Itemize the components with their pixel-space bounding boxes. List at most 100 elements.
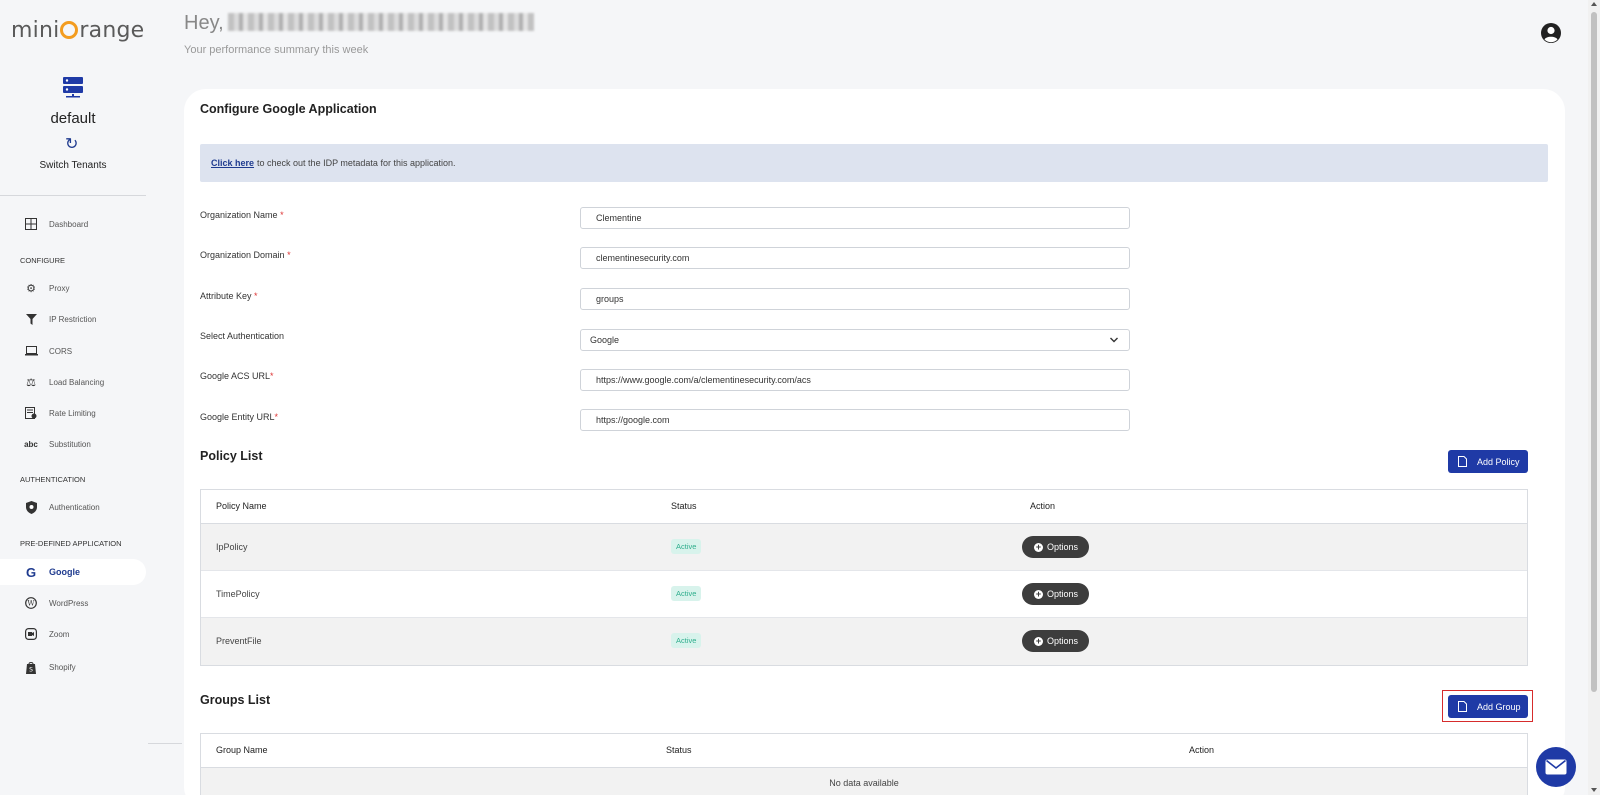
tenant-name: default — [50, 110, 96, 127]
svg-text:W: W — [27, 600, 35, 608]
add-policy-button[interactable]: Add Policy — [1448, 450, 1528, 473]
sidebar-item-label: Load Balancing — [49, 377, 105, 387]
sidebar-item-label: Authentication — [49, 502, 100, 512]
sidebar-footer-divider — [148, 743, 182, 744]
switch-tenants-link[interactable]: Switch Tenants — [0, 160, 146, 171]
plus-circle-icon: + — [1034, 588, 1043, 599]
empty-state: No data available — [829, 778, 899, 788]
table-header: Group Name Status Action — [201, 734, 1527, 768]
sidebar-item-wordpress[interactable]: W WordPress — [0, 590, 146, 616]
page-scrollbar[interactable] — [1588, 0, 1600, 795]
google-icon: G — [25, 564, 37, 580]
sidebar: mini range default ↻ Switch Tenants Dashb… — [0, 0, 148, 795]
sidebar-item-label: Dashboard — [49, 219, 89, 229]
org-domain-label: Organization Domain * — [200, 250, 291, 260]
sidebar-item-substitution[interactable]: abc Substitution — [0, 431, 146, 457]
options-button[interactable]: + Options — [1022, 536, 1089, 558]
sidebar-item-label: Substitution — [49, 439, 91, 449]
idp-metadata-link[interactable]: Click here — [211, 158, 254, 168]
user-avatar-icon[interactable] — [1540, 22, 1562, 44]
sidebar-item-dashboard[interactable]: Dashboard — [0, 211, 146, 237]
svg-text:S: S — [29, 666, 33, 673]
column-header: Action — [1030, 501, 1056, 511]
sidebar-item-label: Proxy — [49, 283, 70, 293]
sidebar-divider — [0, 195, 146, 196]
switch-tenant-icon[interactable]: ↻ — [65, 134, 78, 154]
table-row: IpPolicy Active + Options — [201, 524, 1527, 571]
scale-icon: ⚖ — [26, 376, 36, 389]
header-subtitle: Your performance summary this week — [184, 44, 369, 56]
scrollbar-thumb[interactable] — [1591, 12, 1597, 692]
table-row: TimePolicy Active + Options — [201, 571, 1527, 618]
sidebar-item-label: CORS — [49, 346, 73, 356]
server-icon — [63, 77, 83, 98]
chevron-down-icon — [1110, 337, 1118, 343]
sidebar-item-label: Shopify — [49, 662, 76, 672]
scroll-down-icon[interactable] — [1591, 788, 1597, 792]
main-card — [184, 89, 1565, 795]
chat-button[interactable] — [1536, 747, 1576, 787]
column-header: Action — [1189, 745, 1215, 755]
logo-mark-icon — [60, 21, 79, 39]
groups-table: Group Name Status Action No data availab… — [200, 733, 1528, 795]
info-banner-text: to check out the IDP metadata for this a… — [257, 158, 456, 168]
gear-icon: ⚙ — [26, 282, 36, 295]
document-icon — [1458, 456, 1467, 467]
column-header: Status — [666, 745, 692, 755]
add-policy-label: Add Policy — [1477, 456, 1520, 467]
authentication-select[interactable]: Google — [580, 329, 1130, 351]
table-row: PreventFile Active + Options — [201, 618, 1527, 665]
table-header: Policy Name Status Action — [201, 490, 1527, 524]
sidebar-item-authentication[interactable]: Authentication — [0, 494, 146, 520]
options-button[interactable]: + Options — [1022, 583, 1089, 605]
groups-list-title: Groups List — [200, 693, 271, 707]
policy-name: TimePolicy — [216, 589, 260, 599]
sidebar-item-ip-restriction[interactable]: IP Restriction — [0, 306, 146, 332]
status-badge: Active — [671, 633, 702, 648]
sidebar-item-cors[interactable]: CORS — [0, 338, 146, 364]
sidebar-item-shopify[interactable]: S Shopify — [0, 654, 146, 680]
attribute-key-input[interactable]: groups — [580, 288, 1130, 310]
section-label-predefined: PRE-DEFINED APPLICATION — [20, 539, 122, 548]
zoom-icon — [24, 627, 38, 641]
info-banner: Click here to check out the IDP metadata… — [200, 144, 1548, 182]
table-row: No data available — [201, 768, 1527, 795]
column-header: Group Name — [216, 745, 268, 755]
sidebar-item-label: Zoom — [49, 629, 70, 639]
acs-url-input[interactable]: https://www.google.com/a/clementinesecur… — [580, 369, 1130, 391]
laptop-icon — [24, 344, 38, 358]
org-domain-input[interactable]: clementinesecurity.com — [580, 247, 1130, 269]
sidebar-item-google[interactable]: G Google — [0, 559, 146, 585]
authentication-select-value: Google — [590, 335, 620, 345]
column-header: Status — [671, 501, 697, 511]
scroll-up-icon[interactable] — [1591, 2, 1597, 6]
grid-icon — [24, 217, 38, 231]
rate-limit-icon — [24, 406, 38, 420]
status-badge: Active — [671, 539, 702, 554]
greeting: Hey, — [184, 12, 534, 35]
shield-icon — [24, 500, 38, 514]
column-header: Policy Name — [216, 501, 267, 511]
sidebar-item-label: Google — [49, 567, 80, 577]
plus-circle-icon: + — [1034, 541, 1043, 552]
sidebar-item-rate-limiting[interactable]: Rate Limiting — [0, 400, 146, 426]
shopify-bag-icon: S — [24, 660, 38, 674]
wordpress-icon: W — [24, 596, 38, 610]
options-button[interactable]: + Options — [1022, 630, 1089, 652]
acs-url-label: Google ACS URL* — [200, 371, 274, 381]
entity-url-label: Google Entity URL* — [200, 412, 279, 422]
org-name-input[interactable]: Clementine — [580, 207, 1130, 229]
sidebar-item-proxy[interactable]: ⚙ Proxy — [0, 275, 146, 301]
sidebar-item-label: IP Restriction — [49, 314, 97, 324]
highlight-box — [1442, 690, 1533, 722]
policy-name: PreventFile — [216, 636, 262, 646]
redacted-email — [227, 13, 534, 31]
sidebar-item-label: Rate Limiting — [49, 408, 96, 418]
plus-circle-icon: + — [1034, 635, 1043, 646]
sidebar-item-zoom[interactable]: Zoom — [0, 621, 146, 647]
brand-logo[interactable]: mini range — [11, 18, 144, 43]
status-badge: Active — [671, 586, 702, 601]
sidebar-item-load-balancing[interactable]: ⚖ Load Balancing — [0, 369, 146, 395]
entity-url-input[interactable]: https://google.com — [580, 409, 1130, 431]
select-authentication-label: Select Authentication — [200, 331, 285, 341]
